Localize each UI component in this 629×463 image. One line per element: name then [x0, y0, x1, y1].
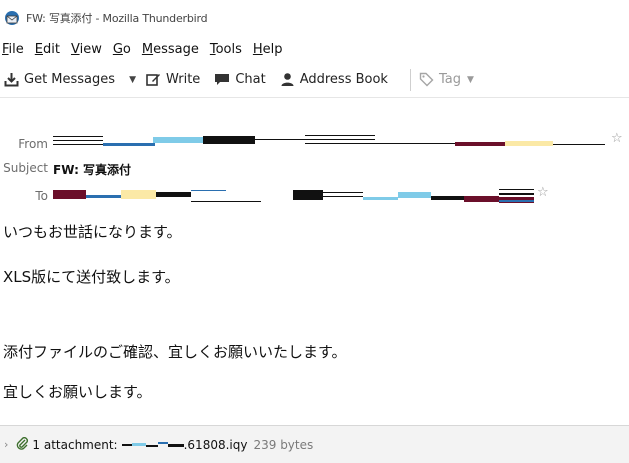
chevron-right-icon[interactable]: › — [4, 438, 8, 451]
menu-file[interactable]: File — [2, 42, 24, 57]
address-book-label: Address Book — [299, 72, 388, 87]
write-label: Write — [165, 72, 201, 87]
tag-dropdown-icon: ▼ — [466, 74, 474, 85]
chat-bubble-icon — [215, 74, 230, 85]
from-value[interactable]: ☆ — [53, 131, 623, 148]
mail-toolbar: Get Messages ▼ Write Chat Address Book T… — [0, 62, 629, 98]
message-header: From ☆ Subject FW: 写真添付 To ☆ — [0, 98, 629, 210]
thunderbird-icon — [4, 10, 20, 26]
paperclip-icon — [16, 436, 29, 453]
title-bar: FW: 写真添付 - Mozilla Thunderbird — [0, 0, 629, 36]
attachment-filename-suffix[interactable]: .61808.iqy — [184, 438, 248, 452]
get-messages-label: Get Messages — [24, 72, 116, 87]
write-button[interactable]: Write — [146, 72, 200, 87]
body-line-xls: XLS版にて送付致します。 — [3, 268, 180, 286]
menu-help[interactable]: Help — [253, 42, 283, 57]
pencil-icon — [146, 74, 160, 86]
tag-label: Tag — [438, 72, 461, 87]
menu-tools[interactable]: Tools — [210, 42, 242, 57]
attachment-bar[interactable]: › 1 attachment: .61808.iqy 239 bytes — [0, 425, 629, 463]
body-line-confirm: 添付ファイルのご確認、宜しくお願いいたします。 — [3, 343, 347, 361]
chat-button[interactable]: Chat — [214, 72, 266, 87]
body-line-greeting: いつもお世話になります。 — [3, 223, 182, 241]
to-label: To — [35, 189, 48, 203]
attachment-count-label: 1 attachment: — [32, 437, 118, 452]
download-icon — [4, 73, 19, 87]
to-star-icon[interactable]: ☆ — [537, 185, 549, 200]
tag-icon — [419, 72, 434, 87]
get-messages-dropdown-icon[interactable]: ▼ — [129, 75, 136, 85]
menu-bar: File Edit View Go Message Tools Help — [0, 36, 629, 62]
from-label: From — [18, 137, 48, 151]
menu-view[interactable]: View — [71, 42, 102, 57]
menu-go[interactable]: Go — [113, 42, 131, 57]
address-book-button[interactable]: Address Book — [280, 72, 388, 87]
subject-value: FW: 写真添付 — [53, 163, 132, 177]
attachment-filename-redacted[interactable] — [121, 439, 184, 451]
body-line-closing: 宜しくお願いします。 — [3, 383, 152, 401]
menu-edit[interactable]: Edit — [35, 42, 60, 57]
subject-label: Subject — [3, 161, 48, 175]
menu-message[interactable]: Message — [142, 42, 199, 57]
attachment-size: 239 bytes — [253, 437, 314, 452]
to-value[interactable]: ☆ — [53, 185, 553, 203]
get-messages-button[interactable]: Get Messages — [4, 72, 115, 87]
tag-button[interactable]: Tag ▼ — [419, 72, 474, 87]
toolbar-separator — [409, 68, 411, 91]
chat-label: Chat — [235, 72, 266, 87]
window-title: FW: 写真添付 - Mozilla Thunderbird — [26, 12, 208, 25]
person-icon — [281, 73, 294, 86]
from-star-icon[interactable]: ☆ — [611, 131, 623, 146]
